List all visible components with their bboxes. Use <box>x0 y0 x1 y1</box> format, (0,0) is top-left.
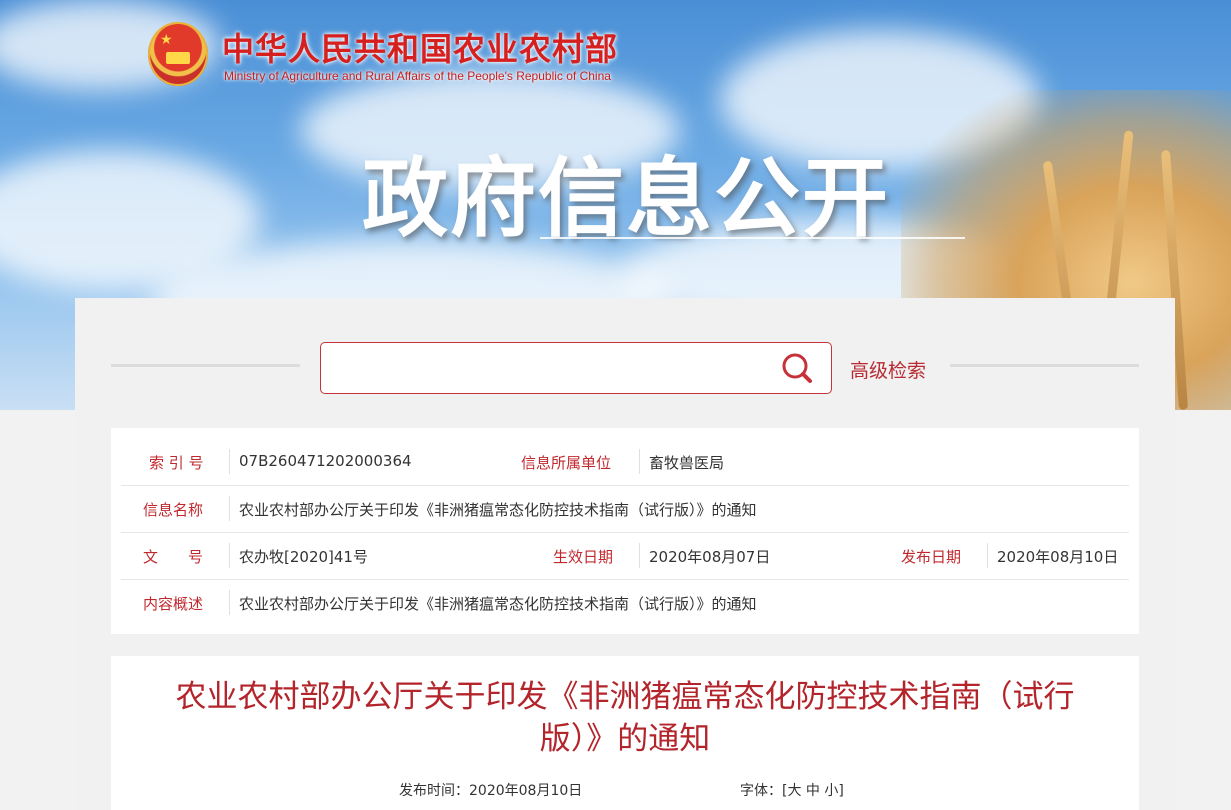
name-label: 信息名称 <box>143 501 204 519</box>
font-large-button[interactable]: 大 <box>787 783 801 799</box>
font-size-bracket: ] <box>838 783 844 799</box>
publish-date-value: 2020年08月10日 <box>997 548 1119 566</box>
font-size-control: 字体：[大 中 小] <box>740 780 844 800</box>
font-medium-button[interactable]: 中 <box>806 783 820 799</box>
divider <box>229 496 230 521</box>
doc-no-label: 文 号 <box>143 548 204 566</box>
national-emblem-icon[interactable]: ★ <box>148 22 208 86</box>
index-label: 索 引 号 <box>149 454 204 472</box>
name-value: 农业农村部办公厅关于印发《非洲猪瘟常态化防控技术指南（试行版）》的通知 <box>239 501 757 519</box>
unit-label: 信息所属单位 <box>521 454 612 472</box>
advanced-search-link[interactable]: 高级检索 <box>850 356 926 383</box>
divider <box>639 543 640 568</box>
table-row: 内容概述 农业农村部办公厅关于印发《非洲猪瘟常态化防控技术指南（试行版）》的通知 <box>121 579 1129 626</box>
doc-no-value: 农办牧[2020]41号 <box>239 548 368 566</box>
hero-title: 政府信息公开 <box>362 149 890 249</box>
effective-date-value: 2020年08月07日 <box>649 548 771 566</box>
table-row: 文 号 农办牧[2020]41号 生效日期 2020年08月07日 发布日期 2… <box>121 532 1129 580</box>
page: ★ 中华人民共和国农业农村部 Ministry of Agriculture a… <box>0 0 1231 810</box>
font-small-button[interactable]: 小 <box>824 783 838 799</box>
search-icon[interactable] <box>781 352 813 384</box>
publish-time: 发布时间：2020年08月10日 <box>399 783 583 799</box>
article-title-line: 版）》的通知 <box>539 721 711 757</box>
main-panel: 高级检索 索 引 号 07B260471202000364 信息所属单位 畜牧兽… <box>75 298 1175 810</box>
summary-value: 农业农村部办公厅关于印发《非洲猪瘟常态化防控技术指南（试行版）》的通知 <box>239 595 757 613</box>
search-divider-left <box>111 364 300 367</box>
search-divider-right <box>950 364 1139 367</box>
font-size-label: 字体：[ <box>740 783 788 799</box>
divider <box>229 449 230 474</box>
site-subtitle: Ministry of Agriculture and Rural Affair… <box>224 69 611 83</box>
effective-date-label: 生效日期 <box>553 548 614 566</box>
info-table: 索 引 号 07B260471202000364 信息所属单位 畜牧兽医局 信息… <box>111 428 1139 634</box>
publish-date-label: 发布日期 <box>901 548 962 566</box>
site-title[interactable]: 中华人民共和国农业农村部 <box>222 24 618 70</box>
search-input[interactable] <box>320 342 832 394</box>
article-title-line: 农业农村部办公厅关于印发《非洲猪瘟常态化防控技术指南（试行 <box>175 679 1075 715</box>
divider <box>639 449 640 474</box>
hero-divider <box>540 237 965 239</box>
table-row: 索 引 号 07B260471202000364 信息所属单位 畜牧兽医局 <box>121 438 1129 486</box>
table-row: 信息名称 农业农村部办公厅关于印发《非洲猪瘟常态化防控技术指南（试行版）》的通知 <box>121 485 1129 533</box>
divider <box>229 543 230 568</box>
divider <box>987 543 988 568</box>
divider <box>229 590 230 615</box>
article-card: 农业农村部办公厅关于印发《非洲猪瘟常态化防控技术指南（试行 版）》的通知 发布时… <box>111 656 1139 810</box>
index-value: 07B260471202000364 <box>239 452 412 470</box>
article-title: 农业农村部办公厅关于印发《非洲猪瘟常态化防控技术指南（试行 版）》的通知 <box>151 676 1099 760</box>
summary-label: 内容概述 <box>143 595 204 613</box>
unit-value: 畜牧兽医局 <box>649 454 725 472</box>
